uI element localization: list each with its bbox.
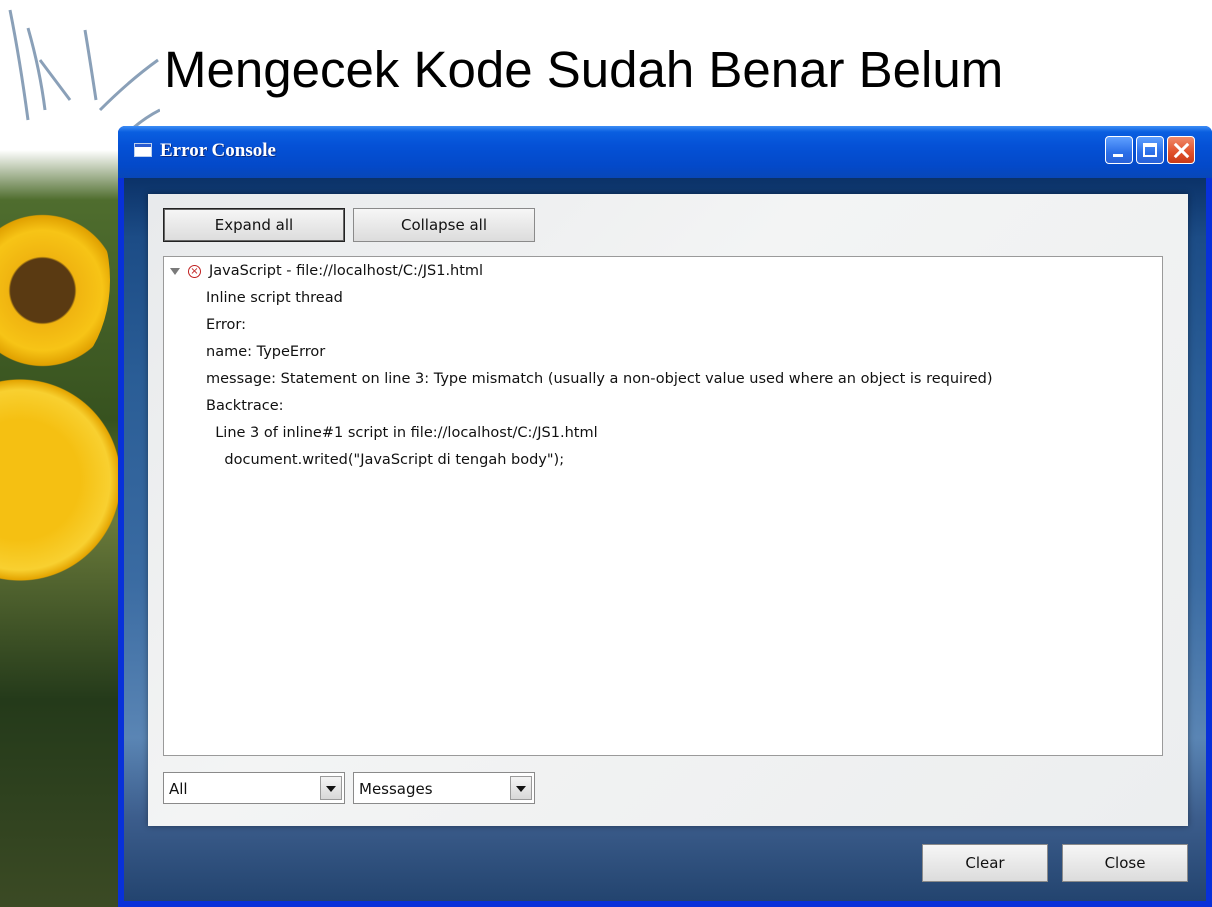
close-button[interactable]: Close bbox=[1062, 844, 1188, 882]
slide-title: Mengecek Kode Sudah Benar Belum bbox=[164, 41, 1004, 98]
console-line: name: TypeError bbox=[206, 344, 326, 360]
window-icon bbox=[134, 143, 152, 157]
close-icon[interactable] bbox=[1167, 136, 1195, 164]
error-icon: × bbox=[188, 264, 201, 278]
console-line: Line 3 of inline#1 script in file://loca… bbox=[206, 425, 598, 441]
maximize-icon[interactable] bbox=[1136, 136, 1164, 164]
console-entry-header[interactable]: × JavaScript - file://localhost/C:/JS1.h… bbox=[170, 263, 483, 279]
chevron-down-icon[interactable] bbox=[510, 776, 532, 800]
minimize-icon[interactable] bbox=[1105, 136, 1133, 164]
expand-all-button[interactable]: Expand all bbox=[163, 208, 345, 242]
window-titlebar[interactable]: Error Console bbox=[118, 126, 1212, 178]
clear-button[interactable]: Clear bbox=[922, 844, 1048, 882]
collapse-all-button[interactable]: Collapse all bbox=[353, 208, 535, 242]
source-filter-select[interactable]: All bbox=[163, 772, 345, 804]
expand-triangle-icon[interactable] bbox=[170, 267, 180, 275]
type-filter-select[interactable]: Messages bbox=[353, 772, 535, 804]
error-console-window: Error Console Expand all Collapse all × … bbox=[118, 126, 1212, 907]
console-panel: Expand all Collapse all × JavaScript - f… bbox=[148, 194, 1188, 826]
console-line: Backtrace: bbox=[206, 398, 284, 414]
type-filter-value: Messages bbox=[359, 780, 433, 798]
console-line: message: Statement on line 3: Type misma… bbox=[206, 371, 993, 387]
window-client-area: Expand all Collapse all × JavaScript - f… bbox=[124, 178, 1206, 901]
console-output[interactable]: × JavaScript - file://localhost/C:/JS1.h… bbox=[163, 256, 1163, 756]
chevron-down-icon[interactable] bbox=[320, 776, 342, 800]
source-filter-value: All bbox=[169, 780, 188, 798]
console-line: document.writed("JavaScript di tengah bo… bbox=[206, 452, 565, 468]
entry-source: JavaScript - file://localhost/C:/JS1.htm… bbox=[209, 263, 484, 279]
window-title: Error Console bbox=[160, 140, 276, 161]
console-line: Inline script thread bbox=[206, 290, 343, 306]
console-line: Error: bbox=[206, 317, 246, 333]
